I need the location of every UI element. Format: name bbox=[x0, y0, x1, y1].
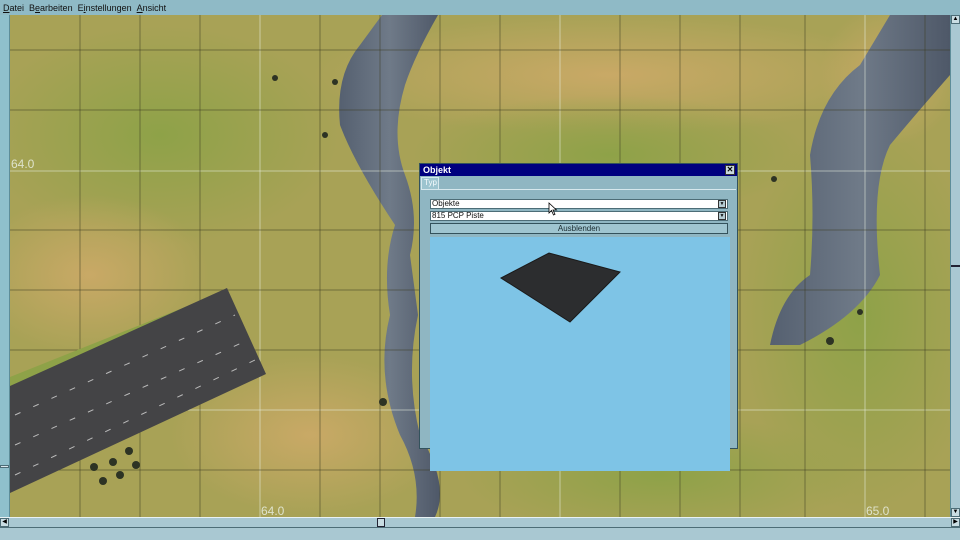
chevron-down-icon[interactable]: ▼ bbox=[718, 212, 726, 220]
dialog-title: Objekt bbox=[423, 165, 452, 175]
tab-typ[interactable]: Typ bbox=[421, 177, 439, 189]
hide-button[interactable]: Ausblenden bbox=[430, 223, 728, 234]
object-preview bbox=[430, 237, 730, 471]
horizontal-scroll-thumb[interactable] bbox=[377, 518, 385, 527]
menu-ansicht[interactable]: Ansicht bbox=[137, 3, 167, 13]
coord-label-y: 64.0 bbox=[11, 157, 35, 171]
category-select[interactable]: Objekte ▼ bbox=[430, 199, 728, 209]
left-panel-edge bbox=[0, 15, 10, 517]
chevron-down-icon[interactable]: ▼ bbox=[718, 200, 726, 208]
close-icon[interactable]: ✕ bbox=[725, 165, 735, 175]
menu-einstellungen[interactable]: Einstellungen bbox=[78, 3, 132, 13]
scroll-right-icon[interactable]: ▶ bbox=[951, 518, 960, 527]
runway-tile-preview bbox=[500, 252, 621, 323]
dialog-titlebar[interactable]: Objekt ✕ bbox=[420, 164, 737, 176]
category-select-value: Objekte bbox=[432, 199, 460, 208]
status-bar bbox=[0, 527, 960, 540]
objekt-dialog: Objekt ✕ Typ Objekte ▼ 815 PCP Piste ▼ A… bbox=[419, 163, 738, 471]
menu-datei[interactable]: Datei bbox=[3, 3, 24, 13]
horizontal-scrollbar[interactable]: ◀ ▶ bbox=[0, 517, 960, 527]
menu-bearbeiten[interactable]: Bearbeiten bbox=[29, 3, 73, 13]
coord-label-x2: 65.0 bbox=[866, 504, 890, 517]
object-select[interactable]: 815 PCP Piste ▼ bbox=[430, 211, 728, 221]
vertical-scrollbar[interactable]: ▲ ▼ bbox=[950, 15, 960, 517]
menu-bar: Datei Bearbeiten Einstellungen Ansicht bbox=[0, 0, 960, 15]
left-marker[interactable] bbox=[0, 465, 9, 468]
scroll-down-icon[interactable]: ▼ bbox=[951, 508, 960, 517]
object-select-value: 815 PCP Piste bbox=[432, 211, 484, 220]
dialog-body: Objekte ▼ 815 PCP Piste ▼ Ausblenden bbox=[421, 189, 736, 471]
vertical-scroll-thumb[interactable] bbox=[951, 265, 960, 267]
scroll-up-icon[interactable]: ▲ bbox=[951, 15, 960, 24]
coord-label-x1: 64.0 bbox=[261, 504, 285, 517]
scroll-left-icon[interactable]: ◀ bbox=[0, 518, 9, 527]
mouse-cursor-icon bbox=[548, 202, 558, 216]
